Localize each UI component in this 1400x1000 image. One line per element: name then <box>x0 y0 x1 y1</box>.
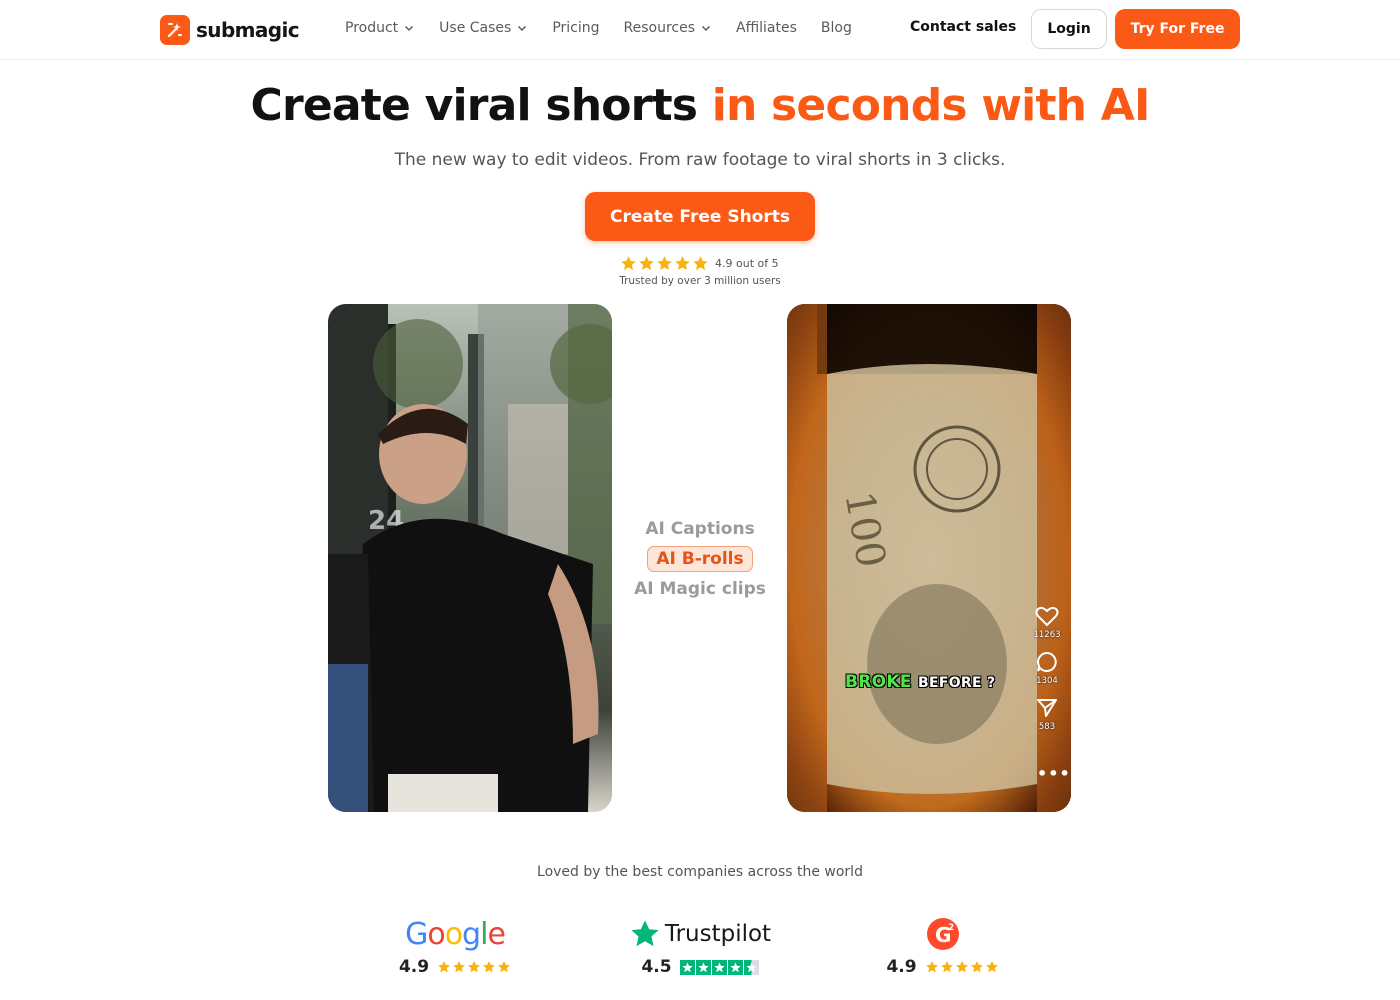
star-icon <box>639 256 654 270</box>
review-trustpilot[interactable]: Trustpilot 4.5 <box>625 915 775 977</box>
video-actions: 11263 1304 583 <box>1029 604 1065 732</box>
nav-item-use-cases[interactable]: Use Cases <box>439 20 528 36</box>
nav-item-label: Blog <box>820 20 852 36</box>
login-button[interactable]: Login <box>1031 9 1107 49</box>
nav-item-label: Product <box>345 20 399 36</box>
video-frame-street-scene: 24 <box>328 304 612 812</box>
caption-word: BEFORE ? <box>918 675 996 691</box>
nav-item-label: Pricing <box>552 20 600 36</box>
video-frame-burning-banknote: 100 <box>787 304 1071 812</box>
google-logo: Google <box>395 915 515 953</box>
g2-logo-icon: G 2 <box>926 918 959 950</box>
svg-text:2: 2 <box>948 923 954 933</box>
star-icon <box>453 961 466 973</box>
nav-item-product[interactable]: Product <box>345 20 415 36</box>
comment-action[interactable]: 1304 <box>1035 650 1059 686</box>
nav-item-resources[interactable]: Resources <box>624 20 713 36</box>
star-icon <box>955 961 968 973</box>
review-platform-name: Google <box>405 916 506 952</box>
half-star-icon <box>743 959 759 975</box>
logo-icon <box>160 15 190 45</box>
rating-stars <box>620 255 709 272</box>
brand-logo[interactable]: submagic <box>160 14 300 46</box>
star-icon <box>693 256 708 270</box>
feature-active-label: AI B-rolls <box>647 546 753 572</box>
star-icon <box>970 961 983 973</box>
share-action[interactable]: 583 <box>1035 696 1059 732</box>
review-g2[interactable]: G 2 4.9 <box>880 915 1005 977</box>
try-for-free-button[interactable]: Try For Free <box>1115 9 1240 49</box>
star-icon <box>727 959 743 975</box>
loved-by-text: Loved by the best companies across the w… <box>537 864 863 880</box>
rating-summary: 4.9 out of 5 <box>620 255 779 272</box>
headline-plain: Create viral shorts <box>250 80 712 131</box>
review-google[interactable]: Google 4.9 <box>395 915 515 977</box>
star-icon <box>621 256 636 270</box>
star-icon <box>657 256 672 270</box>
hero-subheading: The new way to edit videos. From raw foo… <box>394 150 1006 170</box>
nav-item-pricing[interactable]: Pricing <box>552 20 599 36</box>
star-icon <box>940 961 953 973</box>
feature-ai-brolls[interactable]: AI B-rolls <box>612 546 788 576</box>
review-stars <box>679 959 759 975</box>
review-stars <box>925 960 999 974</box>
star-icon <box>468 961 481 973</box>
like-action[interactable]: 11263 <box>1033 604 1061 640</box>
review-score-row: 4.9 <box>880 957 1005 977</box>
create-free-shorts-button[interactable]: Create Free Shorts <box>585 192 815 241</box>
top-navigation: submagic Product Use Cases Pricing Resou… <box>0 0 1400 60</box>
trustpilot-star-icon <box>631 920 659 947</box>
star-icon <box>985 961 998 973</box>
video-caption: BROKE BEFORE ? <box>845 672 995 692</box>
star-icon <box>695 959 711 975</box>
review-score-row: 4.9 <box>395 957 515 977</box>
comment-icon <box>1037 651 1057 672</box>
rating-text: 4.9 out of 5 <box>715 257 779 270</box>
brand-name: submagic <box>196 18 300 42</box>
headline-accent: in seconds with AI <box>711 80 1151 131</box>
star-icon <box>483 961 496 973</box>
nav-item-label: Resources <box>623 20 696 36</box>
share-count: 583 <box>1038 722 1056 732</box>
nav-item-affiliates[interactable]: Affiliates <box>736 20 797 36</box>
nav-item-blog[interactable]: Blog <box>821 20 852 36</box>
heart-icon <box>1035 606 1059 627</box>
star-icon <box>711 959 727 975</box>
edited-short-video[interactable]: 100 BROKE BEFORE ? 11263 1304 583 ••• <box>787 304 1071 812</box>
star-icon <box>925 961 938 973</box>
star-icon <box>679 959 695 975</box>
review-score: 4.5 <box>641 957 672 977</box>
more-options-icon[interactable]: ••• <box>1037 764 1071 783</box>
feature-ai-captions[interactable]: AI Captions <box>612 516 788 546</box>
contact-sales-link[interactable]: Contact sales <box>910 19 1016 35</box>
review-score: 4.9 <box>886 957 917 977</box>
trustpilot-logo: Trustpilot <box>625 915 775 953</box>
nav-item-label: Use Cases <box>439 20 512 36</box>
star-icon <box>438 961 451 973</box>
nav-item-label: Affiliates <box>736 20 797 36</box>
send-icon <box>1037 699 1057 717</box>
hero-headline: Create viral shorts in seconds with AI <box>0 80 1400 131</box>
star-icon <box>675 256 690 270</box>
review-score-row: 4.5 <box>625 957 775 977</box>
caption-word-highlight: BROKE <box>845 672 912 692</box>
review-stars <box>437 960 511 974</box>
star-icon <box>498 961 511 973</box>
nav-links: Product Use Cases Pricing Resources Affi… <box>345 20 852 36</box>
feature-ai-magic-clips[interactable]: AI Magic clips <box>612 576 788 606</box>
review-platform-name: Trustpilot <box>664 921 772 947</box>
chevron-down-icon <box>518 25 527 32</box>
chevron-down-icon <box>405 25 414 32</box>
trusted-by-text: Trusted by over 3 million users <box>619 275 781 287</box>
like-count: 11263 <box>1033 630 1061 640</box>
raw-footage-video[interactable]: 24 <box>328 304 612 812</box>
comment-count: 1304 <box>1036 676 1058 686</box>
review-score: 4.9 <box>398 957 430 977</box>
feature-list: AI Captions AI B-rolls AI Magic clips <box>612 516 788 606</box>
chevron-down-icon <box>702 25 711 32</box>
g2-logo: G 2 <box>880 915 1005 953</box>
